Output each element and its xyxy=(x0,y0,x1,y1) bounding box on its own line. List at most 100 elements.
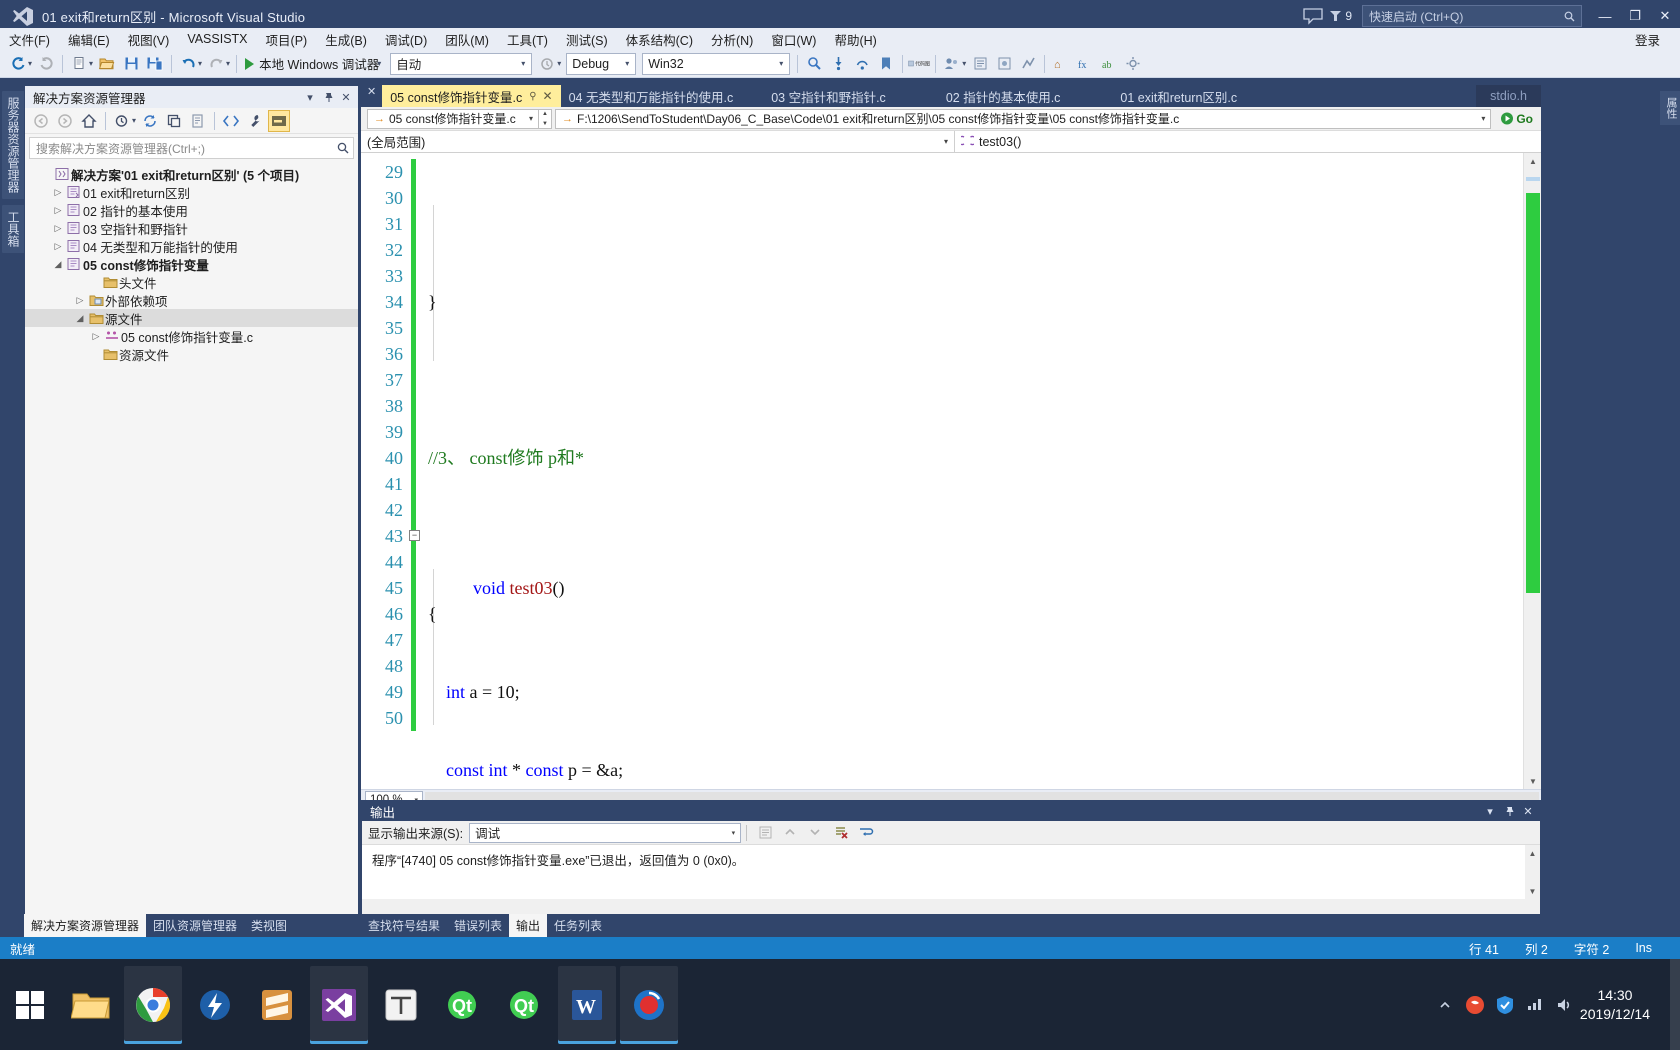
tree-row-resource-files[interactable]: 资源文件 xyxy=(25,345,358,363)
code-line-29[interactable]: } xyxy=(416,289,1541,315)
show-all-files-icon[interactable] xyxy=(187,110,209,132)
collapse-region-icon[interactable]: − xyxy=(409,530,420,541)
vertical-tab-toolbox[interactable]: 工具箱 xyxy=(2,205,25,253)
taskbar-visual-studio-icon[interactable] xyxy=(310,965,368,1044)
refresh-icon[interactable] xyxy=(139,110,161,132)
code-editor[interactable]: 29 30 31 32 33 34 35 36 37 38 39 40 41 4… xyxy=(361,153,1541,789)
code-map-icon[interactable]: 代码图 xyxy=(908,53,930,75)
twisty[interactable]: ▷ xyxy=(89,331,103,342)
taskbar-clock[interactable]: 14:30 2019/12/14 xyxy=(1580,986,1664,1024)
taskbar-word-icon[interactable]: W xyxy=(558,965,616,1044)
tree-row-project-01[interactable]: ▷ 01 exit和return区别 xyxy=(25,183,358,201)
sign-in-button[interactable]: 登录 xyxy=(1625,28,1670,51)
tree-row-project-02[interactable]: ▷ 02 指针的基本使用 xyxy=(25,201,358,219)
twisty[interactable]: ▷ xyxy=(51,205,65,216)
feedback-icon[interactable] xyxy=(1301,7,1325,25)
tree-row-c-file[interactable]: ▷ 05 const修饰指针变量.c xyxy=(25,327,358,345)
menu-item-tools[interactable]: 工具(T) xyxy=(498,28,557,51)
twisty[interactable]: ◢ xyxy=(73,313,87,324)
tree-row-solution[interactable]: 解决方案'01 exit和return区别' (5 个项目) xyxy=(25,165,358,183)
menu-item-build[interactable]: 生成(B) xyxy=(316,28,376,51)
scroll-up-icon[interactable]: ▲ xyxy=(1525,845,1540,861)
navigate-backward-caret-icon[interactable]: ▾ xyxy=(28,59,32,68)
notification-indicator[interactable]: 9 xyxy=(1329,9,1352,23)
twisty[interactable]: ▷ xyxy=(51,187,65,198)
taskbar-flash-icon[interactable] xyxy=(186,966,244,1044)
undo-icon[interactable] xyxy=(177,53,199,75)
show-desktop-button[interactable] xyxy=(1670,959,1680,1050)
chevron-down-icon[interactable]: ▾ xyxy=(938,137,954,146)
step-over-icon[interactable] xyxy=(851,53,873,75)
editor-vertical-scrollbar[interactable]: ▲ ▼ xyxy=(1523,153,1541,789)
team-explorer-caret-icon[interactable]: ▾ xyxy=(962,59,966,68)
spin-down-icon[interactable]: ▼ xyxy=(539,119,551,129)
taskbar-chrome-icon[interactable] xyxy=(124,965,182,1044)
menu-item-project[interactable]: 项目(P) xyxy=(257,28,317,51)
vassistx-find-icon[interactable]: fx xyxy=(1074,53,1096,75)
clear-all-icon[interactable] xyxy=(830,823,852,843)
doc-tab-04-void-pointer[interactable]: 04 无类型和万能指针的使用.c xyxy=(561,85,742,107)
twisty[interactable]: ▷ xyxy=(51,223,65,234)
save-icon[interactable] xyxy=(120,53,142,75)
scroll-down-icon[interactable]: ▼ xyxy=(1524,773,1541,789)
vertical-tab-server-explorer[interactable]: 服务器资源管理器 xyxy=(2,91,25,199)
toolbar-btn-b-icon[interactable] xyxy=(993,53,1015,75)
build-configuration-combo[interactable]: Debug ▾ xyxy=(566,52,637,75)
redo-caret-icon[interactable]: ▾ xyxy=(226,59,230,68)
chevron-down-icon[interactable]: ▾ xyxy=(727,829,741,837)
navigate-backward-icon[interactable] xyxy=(7,53,29,75)
code-line-32[interactable]: − void test03() xyxy=(409,523,1541,598)
preview-selected-items-icon[interactable] xyxy=(268,109,291,132)
home-icon[interactable] xyxy=(78,110,100,132)
menu-item-help[interactable]: 帮助(H) xyxy=(825,28,885,51)
team-explorer-icon[interactable] xyxy=(941,53,963,75)
start-debugging-caret-icon[interactable]: ▾ xyxy=(377,59,381,68)
tree-row-project-05[interactable]: ◢ 05 const修饰指针变量 xyxy=(25,255,358,273)
close-icon[interactable]: ✕ xyxy=(543,89,553,103)
tray-antivirus-icon[interactable] xyxy=(1490,990,1520,1020)
step-into-icon[interactable] xyxy=(827,53,849,75)
panel-menu-chevron-icon[interactable]: ▾ xyxy=(1482,803,1498,819)
taskbar-sublime-icon[interactable] xyxy=(248,966,306,1044)
scrollbar-thumb[interactable] xyxy=(1526,193,1540,593)
member-combo[interactable]: test03() xyxy=(955,131,1541,152)
pin-icon[interactable] xyxy=(1501,803,1517,819)
code-line-31[interactable]: //3、 const修饰 p和* xyxy=(416,445,1541,471)
tray-sogou-icon[interactable] xyxy=(1460,990,1490,1020)
tree-row-header-files[interactable]: 头文件 xyxy=(25,273,358,291)
tray-chevron-up-icon[interactable] xyxy=(1430,990,1460,1020)
output-source-combo[interactable]: 调试 ▾ xyxy=(469,822,742,843)
tree-row-external-dependencies[interactable]: ▷ 外部依赖项 xyxy=(25,291,358,309)
menu-item-file[interactable]: 文件(F) xyxy=(0,28,59,51)
taskbar-qt-designer-icon[interactable]: Qt xyxy=(496,966,554,1044)
tab-error-list[interactable]: 错误列表 xyxy=(447,914,509,937)
output-text-area[interactable]: 程序“[4740] 05 const修饰指针变量.exe”已退出，返回值为 0 … xyxy=(362,845,1540,899)
find-icon[interactable] xyxy=(803,53,825,75)
doc-tab-05-const[interactable]: 05 const修饰指针变量.c ⚲ ✕ xyxy=(382,85,561,107)
code-line-33[interactable]: { xyxy=(416,601,1541,627)
pending-changes-caret-icon[interactable]: ▾ xyxy=(132,116,136,125)
toolbar-btn-c-icon[interactable] xyxy=(1017,53,1039,75)
menu-item-test[interactable]: 测试(S) xyxy=(557,28,617,51)
menu-item-team[interactable]: 团队(M) xyxy=(436,28,498,51)
start-debugging-button[interactable]: 本地 Windows 调试器 ▾ xyxy=(241,53,387,75)
menu-item-architecture[interactable]: 体系结构(C) xyxy=(617,28,702,51)
spin-up-icon[interactable]: ▲ xyxy=(539,109,551,119)
menu-item-edit[interactable]: 编辑(E) xyxy=(59,28,119,51)
code-line-35[interactable]: const int * const p = &a; xyxy=(416,757,1541,783)
pin-icon[interactable]: ⚲ xyxy=(529,91,536,102)
tree-row-project-03[interactable]: ▷ 03 空指针和野指针 xyxy=(25,219,358,237)
menu-item-window[interactable]: 窗口(W) xyxy=(762,28,825,51)
tab-output[interactable]: 输出 xyxy=(509,914,548,937)
chevron-down-icon[interactable]: ▾ xyxy=(524,114,538,123)
undo-caret-icon[interactable]: ▾ xyxy=(198,59,202,68)
taskbar-file-explorer-icon[interactable] xyxy=(62,966,120,1044)
collapse-all-icon[interactable] xyxy=(163,110,185,132)
output-horizontal-scrollbar[interactable] xyxy=(362,899,1540,914)
vassistx-refactor-icon[interactable]: ab xyxy=(1098,53,1120,75)
properties-icon[interactable] xyxy=(244,110,266,132)
code-lines[interactable]: } //3、 const修饰 p和* − void test03() { int… xyxy=(409,153,1541,789)
attach-caret-icon[interactable]: ▾ xyxy=(557,59,561,68)
new-project-icon[interactable] xyxy=(68,53,90,75)
chevron-down-icon[interactable]: ▾ xyxy=(1476,114,1490,123)
